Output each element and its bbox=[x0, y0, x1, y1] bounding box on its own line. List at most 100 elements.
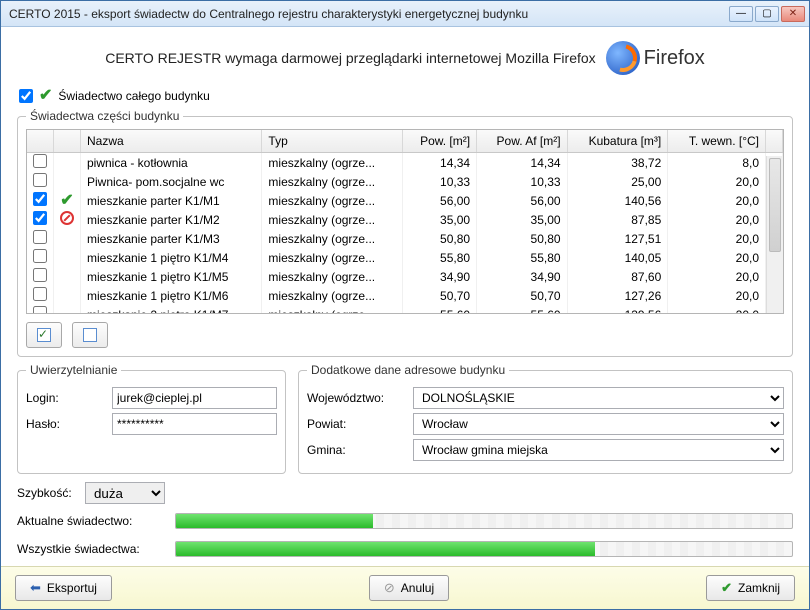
cell-af: 10,33 bbox=[477, 172, 568, 191]
cell-af: 55,80 bbox=[477, 248, 568, 267]
cancel-button[interactable]: ⊘Anuluj bbox=[369, 575, 449, 601]
cell-typ: mieszkalny (ogrze... bbox=[262, 172, 403, 191]
login-input[interactable] bbox=[112, 387, 277, 409]
firefox-logo: Firefox bbox=[606, 41, 705, 75]
cancel-icon: ⊘ bbox=[384, 580, 395, 596]
firefox-info-row: CERTO REJESTR wymaga darmowej przeglądar… bbox=[17, 37, 793, 83]
current-progress-label: Aktualne świadectwo: bbox=[17, 514, 167, 528]
firefox-brand: Firefox bbox=[644, 47, 705, 70]
password-input[interactable] bbox=[112, 413, 277, 435]
select-none-button[interactable] bbox=[72, 322, 108, 348]
col-typ[interactable]: Typ bbox=[262, 130, 403, 153]
cell-pow: 55,80 bbox=[403, 248, 477, 267]
table-row[interactable]: mieszkanie 1 piętro K1/M4mieszkalny (ogr… bbox=[27, 248, 783, 267]
cell-pow: 55,60 bbox=[403, 305, 477, 314]
row-checkbox[interactable] bbox=[33, 211, 47, 225]
cell-kub: 139,56 bbox=[567, 305, 668, 314]
cell-typ: mieszkalny (ogrze... bbox=[262, 248, 403, 267]
powiat-label: Powiat: bbox=[307, 417, 407, 431]
cell-pow: 14,34 bbox=[403, 153, 477, 173]
minimize-button[interactable]: — bbox=[729, 6, 753, 22]
table-row[interactable]: mieszkanie 1 piętro K1/M6mieszkalny (ogr… bbox=[27, 286, 783, 305]
table-row[interactable]: mieszkanie parter K1/M2mieszkalny (ogrze… bbox=[27, 210, 783, 229]
window-title: CERTO 2015 - eksport świadectw do Centra… bbox=[5, 7, 729, 21]
speed-label: Szybkość: bbox=[17, 486, 77, 500]
window: CERTO 2015 - eksport świadectw do Centra… bbox=[0, 0, 810, 610]
current-progress-row: Aktualne świadectwo: bbox=[17, 513, 793, 529]
cell-pow: 35,00 bbox=[403, 210, 477, 229]
cell-typ: mieszkalny (ogrze... bbox=[262, 229, 403, 248]
row-checkbox[interactable] bbox=[33, 154, 47, 168]
cell-name: mieszkanie 1 piętro K1/M4 bbox=[81, 248, 262, 267]
table-scrollbar[interactable] bbox=[766, 156, 783, 313]
col-twewn[interactable]: T. wewn. [°C] bbox=[668, 130, 766, 153]
cell-typ: mieszkalny (ogrze... bbox=[262, 305, 403, 314]
table-row[interactable]: Piwnica- pom.socjalne wcmieszkalny (ogrz… bbox=[27, 172, 783, 191]
col-pow[interactable]: Pow. [m²] bbox=[403, 130, 477, 153]
cell-kub: 140,56 bbox=[567, 191, 668, 210]
table-row[interactable]: mieszkanie 2 piętro K1/M7mieszkalny (ogr… bbox=[27, 305, 783, 314]
table-row[interactable]: piwnica - kotłowniamieszkalny (ogrze...1… bbox=[27, 153, 783, 173]
cell-pow: 34,90 bbox=[403, 267, 477, 286]
cell-typ: mieszkalny (ogrze... bbox=[262, 267, 403, 286]
window-controls: — ▢ ✕ bbox=[729, 6, 805, 22]
arrow-left-icon: ⬅ bbox=[30, 580, 41, 596]
speed-select[interactable]: duża bbox=[85, 482, 165, 504]
select-all-button[interactable] bbox=[26, 322, 62, 348]
parts-fieldset: Świadectwa części budynku Nazwa Typ Pow.… bbox=[17, 109, 793, 357]
table-row[interactable]: mieszkanie parter K1/M3mieszkalny (ogrze… bbox=[27, 229, 783, 248]
cell-twewn: 20,0 bbox=[668, 248, 766, 267]
parts-legend: Świadectwa części budynku bbox=[26, 109, 183, 123]
titlebar: CERTO 2015 - eksport świadectw do Centra… bbox=[1, 1, 809, 27]
wojewodztwo-label: Województwo: bbox=[307, 391, 407, 405]
wojewodztwo-select[interactable]: DOLNOŚLĄSKIE bbox=[413, 387, 784, 409]
select-buttons bbox=[26, 322, 784, 348]
all-progress-label: Wszystkie świadectwa: bbox=[17, 542, 167, 556]
col-af[interactable]: Pow. Af [m²] bbox=[477, 130, 568, 153]
empty-box-icon bbox=[83, 328, 97, 342]
cell-twewn: 20,0 bbox=[668, 210, 766, 229]
powiat-select[interactable]: Wrocław bbox=[413, 413, 784, 435]
whole-building-checkbox[interactable] bbox=[19, 89, 33, 103]
address-legend: Dodatkowe dane adresowe budynku bbox=[307, 363, 509, 377]
speed-row: Szybkość: duża bbox=[17, 482, 793, 504]
maximize-button[interactable]: ▢ bbox=[755, 6, 779, 22]
password-label: Hasło: bbox=[26, 417, 106, 431]
gmina-select[interactable]: Wrocław gmina miejska bbox=[413, 439, 784, 461]
row-checkbox[interactable] bbox=[33, 249, 47, 263]
cell-af: 35,00 bbox=[477, 210, 568, 229]
cell-name: mieszkanie parter K1/M1 bbox=[81, 191, 262, 210]
table-row[interactable]: mieszkanie 1 piętro K1/M5mieszkalny (ogr… bbox=[27, 267, 783, 286]
col-nazwa[interactable]: Nazwa bbox=[81, 130, 262, 153]
close-button[interactable]: ✔Zamknij bbox=[706, 575, 795, 601]
row-checkbox[interactable] bbox=[33, 287, 47, 301]
cell-kub: 87,85 bbox=[567, 210, 668, 229]
row-checkbox[interactable] bbox=[33, 192, 47, 206]
cell-name: mieszkanie parter K1/M2 bbox=[81, 210, 262, 229]
address-fieldset: Dodatkowe dane adresowe budynku Wojewódz… bbox=[298, 363, 793, 474]
row-checkbox[interactable] bbox=[33, 306, 47, 314]
footer: ⬅Eksportuj ⊘Anuluj ✔Zamknij bbox=[1, 566, 809, 609]
row-checkbox[interactable] bbox=[33, 173, 47, 187]
cell-af: 50,80 bbox=[477, 229, 568, 248]
cell-pow: 50,80 bbox=[403, 229, 477, 248]
cell-kub: 127,51 bbox=[567, 229, 668, 248]
close-window-button[interactable]: ✕ bbox=[781, 6, 805, 22]
current-progress-bar bbox=[175, 513, 793, 529]
col-kub[interactable]: Kubatura [m³] bbox=[567, 130, 668, 153]
parts-table: Nazwa Typ Pow. [m²] Pow. Af [m²] Kubatur… bbox=[27, 130, 783, 314]
cell-twewn: 20,0 bbox=[668, 286, 766, 305]
row-checkbox[interactable] bbox=[33, 230, 47, 244]
row-checkbox[interactable] bbox=[33, 268, 47, 282]
cell-af: 50,70 bbox=[477, 286, 568, 305]
cell-name: mieszkanie 1 piętro K1/M5 bbox=[81, 267, 262, 286]
check-icon: ✔ bbox=[60, 192, 73, 209]
cell-twewn: 20,0 bbox=[668, 172, 766, 191]
cell-twewn: 20,0 bbox=[668, 229, 766, 248]
cell-name: mieszkanie parter K1/M3 bbox=[81, 229, 262, 248]
export-button[interactable]: ⬅Eksportuj bbox=[15, 575, 112, 601]
cell-pow: 50,70 bbox=[403, 286, 477, 305]
cell-name: mieszkanie 2 piętro K1/M7 bbox=[81, 305, 262, 314]
table-row[interactable]: ✔mieszkanie parter K1/M1mieszkalny (ogrz… bbox=[27, 191, 783, 210]
mid-row: Uwierzytelnianie Login: Hasło: Dodatkowe… bbox=[17, 363, 793, 474]
